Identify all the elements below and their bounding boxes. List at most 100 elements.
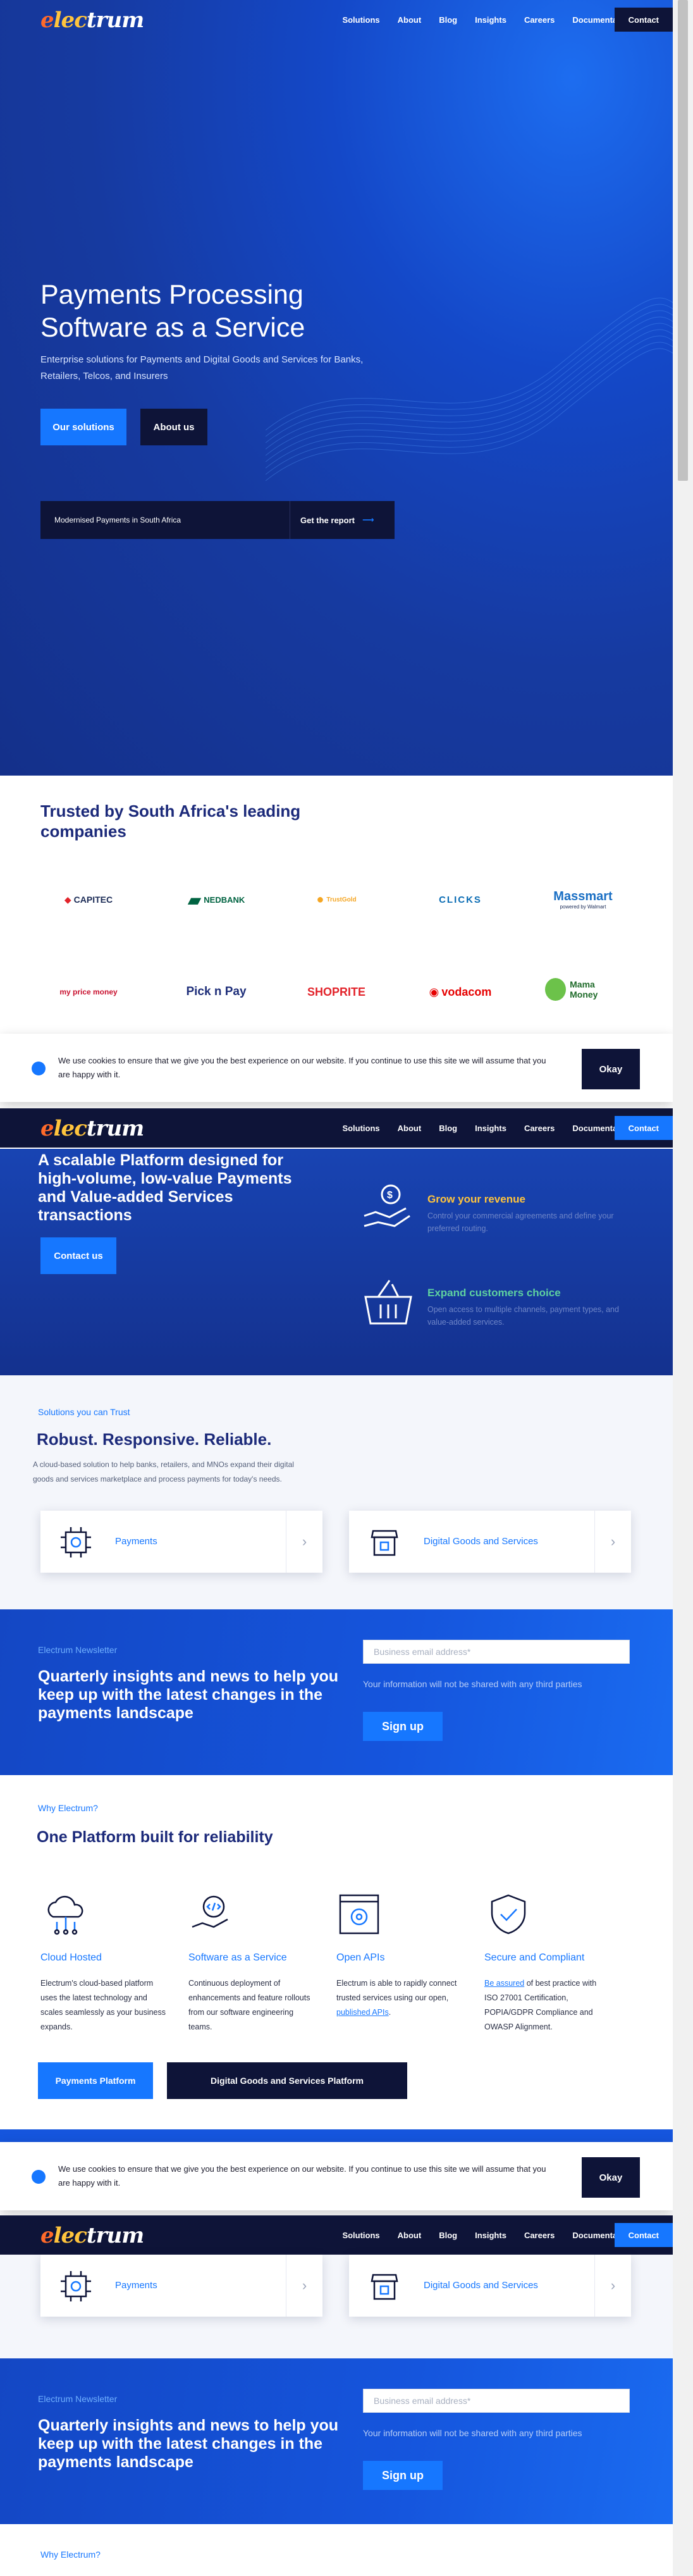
logo-capitec-text: CAPITEC — [73, 895, 113, 905]
trusted-title-line-2: companies — [40, 822, 126, 841]
scrollbar-thumb[interactable] — [678, 0, 688, 481]
secure-title: Secure and Compliant — [484, 1952, 585, 1963]
chip-icon — [61, 2271, 91, 2301]
saas-text: Continuous deployment of enhancements an… — [188, 1979, 310, 2031]
contact-button[interactable]: Contact — [614, 2223, 673, 2247]
logo-picknpay-text: Pick n Pay — [186, 985, 247, 998]
nav-item-solutions[interactable]: Solutions — [342, 2231, 379, 2240]
nav-item-blog[interactable]: Blog — [439, 2231, 457, 2240]
hero-title: Payments Processing Software as a Servic… — [40, 278, 395, 344]
why-title: One Platform built for reliability — [37, 1828, 273, 1846]
top-nav: electrum Solutions About Blog Insights C… — [0, 0, 693, 39]
sign-up-button[interactable]: Sign up — [363, 1712, 443, 1741]
nav-item-about[interactable]: About — [398, 15, 422, 25]
solutions-title: Robust. Responsive. Reliable. — [37, 1430, 272, 1449]
nav-item-insights[interactable]: Insights — [475, 15, 506, 25]
nav-item-about[interactable]: About — [398, 1124, 422, 1133]
nav-item-careers[interactable]: Careers — [524, 1124, 555, 1133]
nav-item-about[interactable]: About — [398, 2231, 422, 2240]
report-banner: Modernised Payments in South Africa Get … — [40, 501, 395, 539]
newsletter-section: Electrum Newsletter Quarterly insights a… — [0, 1609, 673, 1775]
contact-button[interactable]: Contact — [614, 8, 673, 32]
payments-platform-button[interactable]: Payments Platform — [38, 2062, 153, 2099]
dgs-card[interactable]: Digital Goods and Services › — [349, 1511, 631, 1573]
nav-item-careers[interactable]: Careers — [524, 15, 555, 25]
cookie-banner: We use cookies to ensure that we give yo… — [0, 1034, 673, 1102]
nav-item-blog[interactable]: Blog — [439, 15, 457, 25]
saas-icon — [192, 1895, 228, 1928]
chevron-right-icon: › — [594, 1511, 631, 1573]
sign-up-button[interactable]: Sign up — [363, 2461, 443, 2490]
logo-shoprite-text: SHOPRITE — [307, 985, 365, 998]
payments-card-label: Payments — [115, 2280, 157, 2291]
chevron-right-icon: › — [286, 1511, 322, 1573]
logo-vodacom: ◉ vodacom — [429, 985, 492, 998]
logo-mamamoney-text: Mama Money — [570, 979, 598, 1000]
logo-massmart-text: Massmart — [553, 889, 613, 903]
cookie-okay-button[interactable]: Okay — [582, 2157, 640, 2198]
logo-letter-e: e — [40, 2223, 54, 2248]
nav-item-blog[interactable]: Blog — [439, 1124, 457, 1133]
nav-item-insights[interactable]: Insights — [475, 1124, 506, 1133]
dgs-card[interactable]: Digital Goods and Services › — [349, 2255, 631, 2317]
arrow-right-icon: ⟶ — [362, 515, 374, 524]
store-icon — [371, 2274, 398, 2300]
basket-icon — [364, 1280, 412, 1325]
privacy-note: Your information will not be shared with… — [363, 1679, 582, 1689]
logo-letter-e: e — [40, 8, 54, 33]
logo-mamamoney: Mama Money — [545, 974, 621, 1005]
cookie-icon — [32, 1062, 46, 1075]
logo-letters-lec: lec — [53, 1116, 87, 1141]
logo-mypricemoney: my price money — [51, 977, 126, 1007]
store-icon — [371, 1530, 398, 1556]
main-menu: Solutions About Blog Insights Careers Do… — [342, 0, 632, 39]
grow-revenue-icon: $ — [364, 1184, 410, 1227]
nav-item-careers[interactable]: Careers — [524, 2231, 555, 2240]
contact-us-button[interactable]: Contact us — [40, 1237, 116, 1274]
email-input[interactable]: Business email address* — [363, 2389, 630, 2413]
newsletter-section: Electrum Newsletter Quarterly insights a… — [0, 2358, 673, 2524]
logo-picknpay: Pick n Pay — [178, 977, 254, 1007]
electrum-logo[interactable]: electrum — [40, 2223, 144, 2248]
why-kicker: Why Electrum? — [40, 2549, 101, 2560]
dgs-card-label: Digital Goods and Services — [424, 1536, 538, 1547]
cookie-icon — [32, 2170, 46, 2184]
contact-button[interactable]: Contact — [614, 1116, 673, 1140]
nav-item-solutions[interactable]: Solutions — [342, 15, 379, 25]
grow-revenue-text: Control your commercial agreements and d… — [427, 1211, 614, 1233]
logo-trustgold-text: TrustGold — [326, 896, 357, 903]
payments-card[interactable]: Payments › — [40, 1511, 322, 1573]
report-text: Modernised Payments in South Africa — [54, 516, 181, 524]
open-apis-text-b: . — [388, 2008, 391, 2017]
cookie-text: We use cookies to ensure that we give yo… — [58, 2164, 546, 2188]
about-us-button[interactable]: About us — [140, 409, 207, 445]
api-icon — [339, 1894, 379, 1935]
email-input[interactable]: Business email address* — [363, 1640, 630, 1664]
logo-capitec: ◆ CAPITEC — [64, 894, 113, 905]
expand-choice-text: Open access to multiple channels, paymen… — [427, 1305, 619, 1327]
electrum-logo[interactable]: electrum — [40, 1116, 144, 1141]
logo-shoprite: SHOPRITE — [298, 977, 374, 1007]
cookie-okay-button[interactable]: Okay — [582, 1049, 640, 1089]
newsletter-title: Quarterly insights and news to help you … — [38, 2417, 339, 2471]
logo-clicks-text: CLICKS — [439, 894, 482, 905]
logo-mypricemoney-text: my price money — [59, 988, 118, 996]
dgs-platform-button[interactable]: Digital Goods and Services Platform — [167, 2062, 407, 2099]
nav-item-insights[interactable]: Insights — [475, 2231, 506, 2240]
electrum-logo[interactable]: electrum — [40, 8, 144, 33]
our-solutions-button[interactable]: Our solutions — [40, 409, 126, 445]
get-report-link[interactable]: Get the report ⟶ — [290, 501, 395, 539]
cloud-hosted-title: Cloud Hosted — [40, 1952, 102, 1963]
grow-revenue-title: Grow your revenue — [427, 1193, 525, 1205]
hero-subtitle: Enterprise solutions for Payments and Di… — [40, 354, 364, 381]
nav-item-solutions[interactable]: Solutions — [342, 1124, 379, 1133]
logo-vodacom-text: vodacom — [441, 985, 492, 998]
privacy-note: Your information will not be shared with… — [363, 2428, 582, 2438]
main-menu: Solutions About Blog Insights Careers Do… — [342, 1108, 632, 1148]
logo-letters-trum: trum — [86, 2223, 144, 2248]
payments-card[interactable]: Payments › — [40, 2255, 322, 2317]
secure-text: Be assured of best practice with ISO 270… — [484, 1976, 611, 2034]
be-assured-link[interactable]: Be assured — [484, 1979, 524, 1988]
published-apis-link[interactable]: published APIs — [336, 2008, 389, 2017]
logo-nedbank: ▰ NEDBANK — [187, 889, 245, 910]
